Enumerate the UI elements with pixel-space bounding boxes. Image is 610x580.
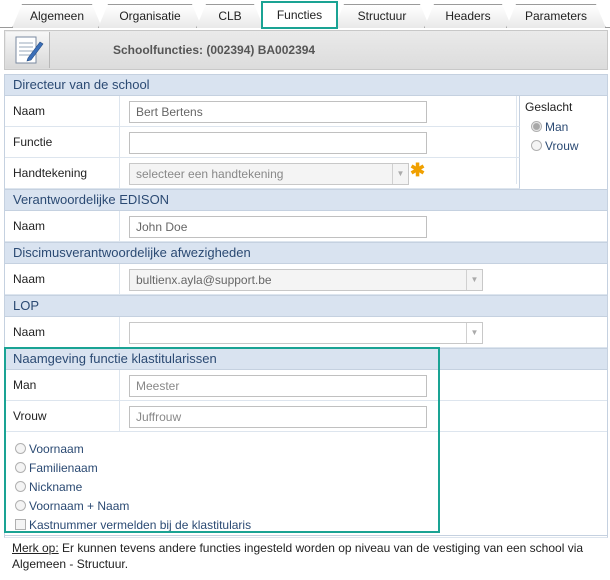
tab-parameters[interactable]: Parameters bbox=[506, 4, 606, 28]
radio-icon bbox=[15, 500, 26, 511]
klas-man-label: Man bbox=[13, 378, 37, 392]
chevron-down-icon: ▼ bbox=[392, 164, 408, 184]
remark-body: Er kunnen tevens andere functies ingeste… bbox=[12, 541, 584, 571]
tab-clb[interactable]: CLB bbox=[196, 4, 264, 28]
radio-icon bbox=[531, 140, 542, 151]
handtekening-select[interactable]: selecteer een handtekening ▼ bbox=[129, 163, 409, 185]
page-title: Schoolfuncties: (002394) BA002394 bbox=[113, 43, 316, 57]
remark-text: Merk op: Er kunnen tevens andere functie… bbox=[12, 540, 602, 572]
section-edison: Verantwoordelijke EDISON bbox=[4, 189, 608, 211]
radio-icon bbox=[15, 481, 26, 492]
option-voornaam-naam[interactable]: Voornaam + Naam bbox=[15, 499, 129, 513]
radio-icon bbox=[15, 462, 26, 473]
chevron-down-icon: ▼ bbox=[466, 323, 482, 343]
edison-naam-label: Naam bbox=[13, 219, 46, 233]
page-header: Schoolfuncties: (002394) BA002394 bbox=[4, 30, 608, 70]
checkbox-icon bbox=[15, 519, 26, 530]
directeur-handtekening-row: Handtekening selecteer een handtekening … bbox=[4, 158, 520, 189]
klas-vrouw-row: Vrouw Juffrouw bbox=[4, 401, 608, 432]
discimus-naam-label: Naam bbox=[13, 272, 46, 286]
directeur-naam-input[interactable]: Bert Bertens bbox=[129, 101, 427, 123]
tab-functies[interactable]: Functies bbox=[261, 1, 338, 29]
klas-options: Voornaam Familienaam Nickname Voornaam +… bbox=[4, 432, 608, 538]
discimus-select-value: bultienx.ayla@support.be bbox=[136, 273, 272, 287]
directeur-functie-input[interactable] bbox=[129, 132, 427, 154]
handtekening-select-value: selecteer een handtekening bbox=[136, 167, 284, 181]
directeur-naam-label: Naam bbox=[13, 104, 46, 118]
klas-man-row: Man Meester bbox=[4, 370, 608, 401]
lop-naam-row: Naam ▼ bbox=[4, 317, 608, 348]
edison-naam-row: Naam John Doe bbox=[4, 211, 608, 242]
directeur-functie-label: Functie bbox=[13, 135, 53, 149]
directeur-handtekening-label: Handtekening bbox=[13, 166, 88, 180]
asterisk-icon[interactable]: ✱ bbox=[410, 160, 425, 181]
option-familienaam[interactable]: Familienaam bbox=[15, 461, 98, 475]
geslacht-label: Geslacht bbox=[525, 100, 573, 114]
geslacht-group: Geslacht Man Vrouw bbox=[516, 96, 608, 184]
chevron-down-icon: ▼ bbox=[466, 270, 482, 290]
option-nickname[interactable]: Nickname bbox=[15, 480, 82, 494]
lop-naam-label: Naam bbox=[13, 325, 46, 339]
section-directeur: Directeur van de school bbox=[4, 74, 608, 96]
tab-bar: Algemeen Organisatie CLB Structuur Heade… bbox=[0, 0, 610, 29]
klas-man-input[interactable]: Meester bbox=[129, 375, 427, 397]
radio-icon bbox=[15, 443, 26, 454]
tab-organisatie[interactable]: Organisatie bbox=[98, 4, 202, 28]
lop-select[interactable]: ▼ bbox=[129, 322, 483, 344]
tab-structuur[interactable]: Structuur bbox=[334, 4, 430, 28]
section-klastitularissen: Naamgeving functie klastitularissen bbox=[4, 348, 608, 370]
radio-checked-icon bbox=[531, 121, 542, 132]
klas-vrouw-label: Vrouw bbox=[13, 409, 47, 423]
klas-vrouw-input[interactable]: Juffrouw bbox=[129, 406, 427, 428]
notepad-pencil-icon bbox=[6, 32, 50, 68]
section-lop: LOP bbox=[4, 295, 608, 317]
discimus-select[interactable]: bultienx.ayla@support.be ▼ bbox=[129, 269, 483, 291]
option-voornaam[interactable]: Voornaam bbox=[15, 442, 84, 456]
tab-headers[interactable]: Headers bbox=[424, 4, 512, 28]
remark-prefix: Merk op: bbox=[12, 541, 59, 555]
geslacht-vrouw-option[interactable]: Vrouw bbox=[531, 139, 579, 155]
directeur-naam-row: Naam Bert Bertens bbox=[4, 96, 520, 127]
checkbox-kastnummer[interactable]: Kastnummer vermelden bij de klastitulari… bbox=[15, 518, 251, 532]
geslacht-man-option[interactable]: Man bbox=[531, 120, 568, 136]
section-discimus: Discimusverantwoordelijke afwezigheden bbox=[4, 242, 608, 264]
discimus-naam-row: Naam bultienx.ayla@support.be ▼ bbox=[4, 264, 608, 295]
edison-naam-input[interactable]: John Doe bbox=[129, 216, 427, 238]
tab-algemeen[interactable]: Algemeen bbox=[12, 4, 102, 28]
directeur-functie-row: Functie bbox=[4, 127, 520, 158]
